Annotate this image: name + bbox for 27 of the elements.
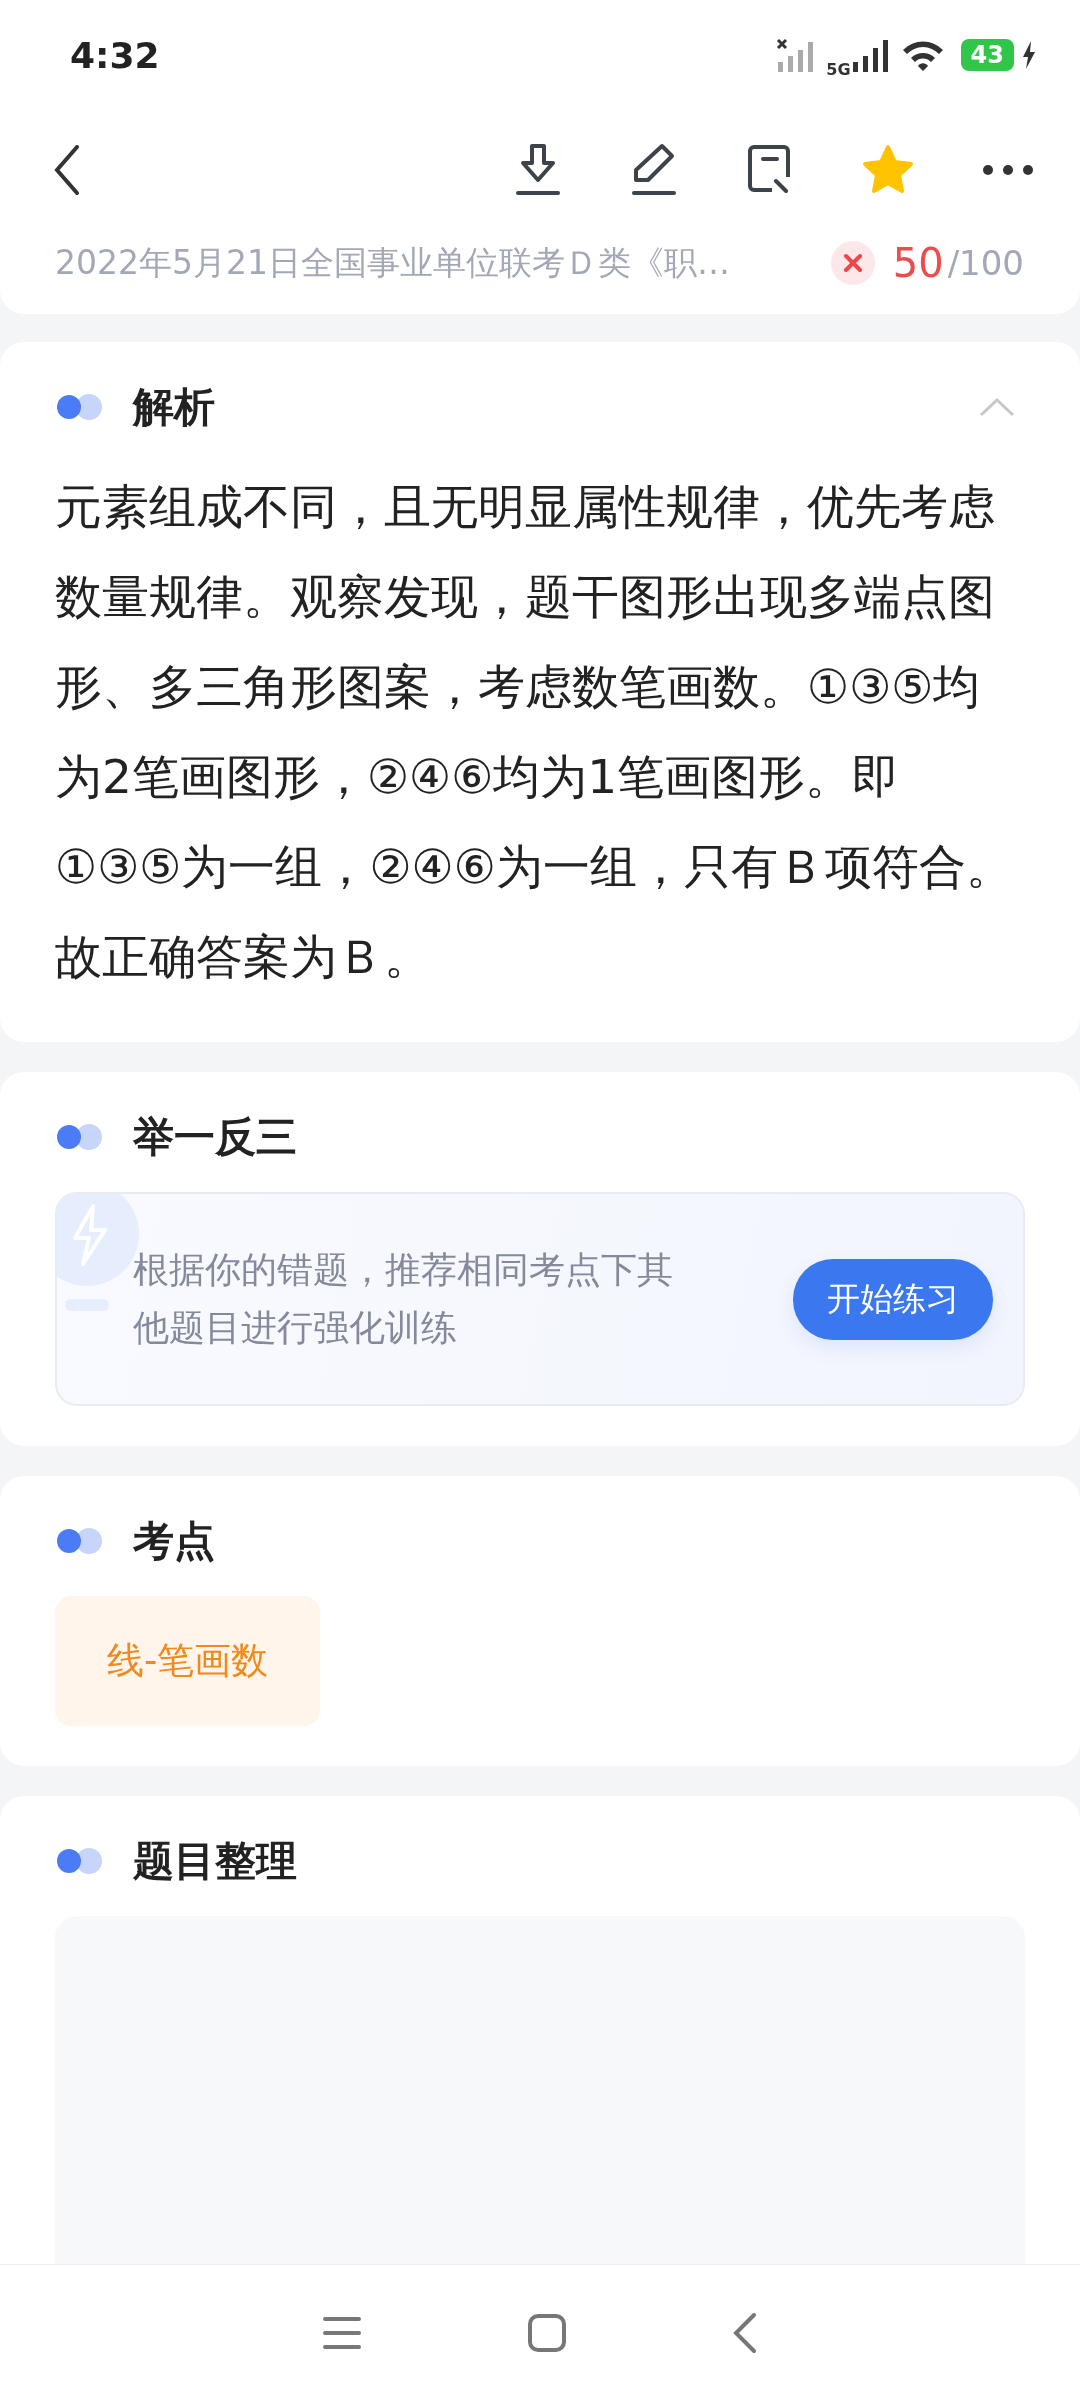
more-icon[interactable] (982, 164, 1034, 176)
section-title: 题目整理 (133, 1835, 298, 1887)
topic-tag[interactable]: 线-笔画数 (55, 1596, 321, 1726)
battery-level: 43 (960, 39, 1014, 71)
section-title: 解析 (133, 381, 216, 433)
back-icon[interactable] (54, 145, 80, 195)
section-dot-icon (55, 1527, 103, 1555)
start-practice-button[interactable]: 开始练习 (793, 1258, 993, 1340)
download-icon[interactable] (514, 143, 562, 197)
edit-icon[interactable] (630, 143, 678, 197)
exam-title: 2022年5月21日全国事业单位联考Ｄ类《职… (55, 241, 730, 284)
section-dot-icon (55, 1847, 103, 1875)
score-total: /100 (947, 243, 1024, 283)
network-type: 5G (826, 59, 851, 79)
menu-icon[interactable] (322, 2314, 363, 2351)
analysis-text: 元素组成不同，且无明显属性规律，优先考虑数量规律。观察发现，题干图形出现多端点图形、多三角形图案，考虑数笔画数。①③⑤均为2笔画图形，②④⑥均为1笔画图形。即①③⑤为一组，②④⑥为一组，只有Ｂ项符合。 (55, 478, 1014, 896)
score-value: 50 (892, 240, 944, 286)
home-icon[interactable] (527, 2312, 567, 2353)
section-title: 举一反三 (133, 1111, 298, 1163)
charging-icon (1022, 41, 1036, 69)
practice-text: 根据你的错题，推荐相同考点下其他题目进行强化训练 (133, 1248, 674, 1350)
analysis-text: 故正确答案为Ｂ。 (55, 928, 432, 986)
star-icon[interactable] (862, 144, 914, 196)
section-dot-icon (55, 393, 103, 421)
status-time: 4:32 (70, 34, 160, 76)
section-dot-icon (55, 1123, 103, 1151)
section-title: 考点 (133, 1515, 216, 1567)
